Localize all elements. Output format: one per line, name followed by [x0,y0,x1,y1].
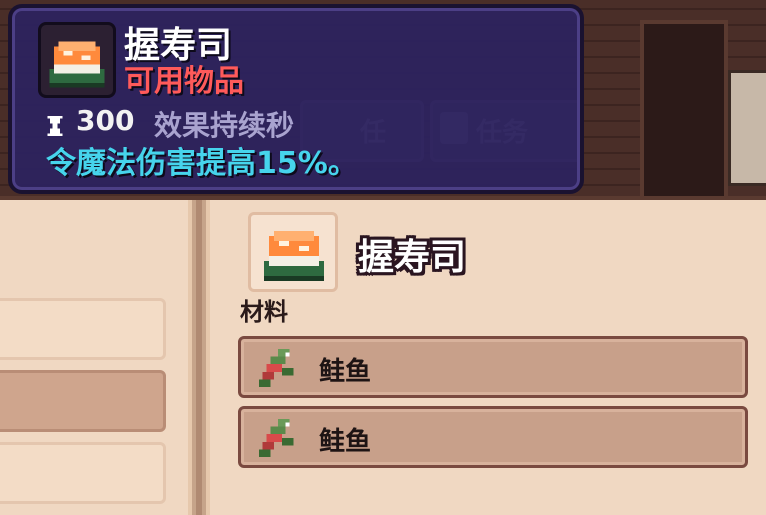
material-name: 鲑鱼 [319,427,372,457]
tooltip-icon-slot [38,22,116,98]
material-name: 鲑鱼 [319,357,372,387]
tooltip-category: 可用物品 [124,64,244,99]
panel-divider [188,200,210,515]
crafting-panel: 握寿司 材料 鲑鱼 鲑鱼 [0,196,766,515]
materials-label: 材料 [240,298,288,326]
sushi-icon [49,41,105,88]
sushi-icon [264,231,324,281]
background-barrel [728,70,766,186]
hourglass-icon [47,116,63,136]
recipe-list-item[interactable] [0,298,166,360]
background-door [640,20,728,208]
duration-value: 300 [76,104,135,137]
effect-description: 令魔法伤害提高15%。 [46,146,358,181]
recipe-icon-slot [248,212,338,292]
salmon-icon [258,348,294,388]
material-row[interactable]: 鲑鱼 [238,406,748,468]
material-row[interactable]: 鲑鱼 [238,336,748,398]
recipe-list-item-selected[interactable] [0,370,166,432]
recipe-title: 握寿司 [358,237,467,278]
item-tooltip: 握寿司 可用物品 300 效果持续秒 令魔法伤害提高15%。 [8,4,584,194]
salmon-icon [258,418,294,458]
recipe-list-item[interactable] [0,442,166,504]
